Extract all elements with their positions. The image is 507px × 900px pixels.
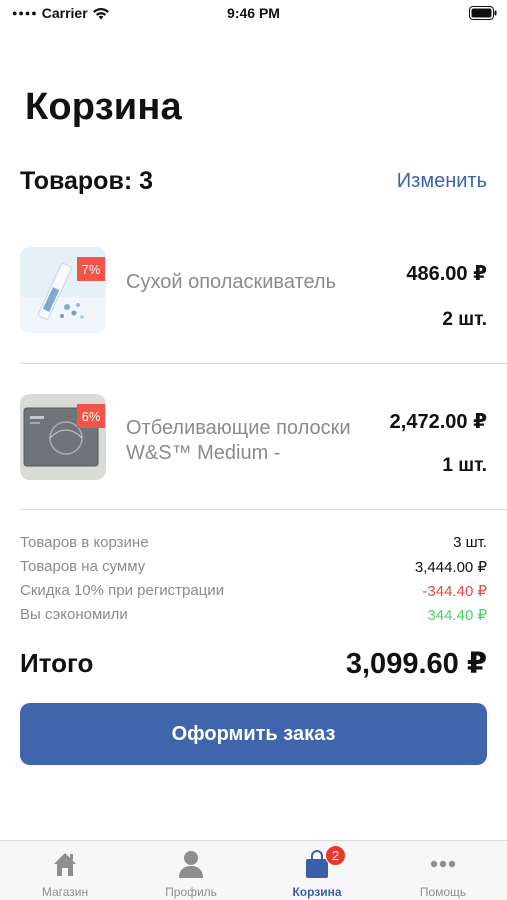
item-price: 2,472.00 ₽ [389, 411, 487, 433]
summary-value: -344.40 ₽ [422, 583, 487, 600]
cart-item[interactable]: 6% Отбеливающие полоски W&S™ Medium - 2,… [20, 394, 487, 494]
status-time: 9:46 PM [227, 5, 280, 21]
summary-value: 3 шт. [453, 534, 487, 551]
summary-row-saved: Вы сэкономили 344.40 ₽ [20, 606, 487, 626]
cart-count-label: Товаров: 3 [20, 167, 153, 195]
tab-profile[interactable]: Профиль [128, 841, 254, 900]
summary-label: Вы сэкономили [20, 606, 128, 623]
tab-label: Профиль [165, 885, 217, 899]
total-value: 3,099.60 ₽ [345, 648, 487, 680]
home-icon [54, 853, 76, 876]
total-row: Итого 3,099.60 ₽ [20, 648, 487, 684]
product-image: 7% [20, 247, 106, 333]
item-quantity: 1 шт. [442, 455, 487, 476]
product-image: 6% [20, 394, 106, 480]
tab-label: Магазин [41, 885, 89, 899]
tab-shop[interactable]: Магазин [2, 841, 128, 900]
summary-label: Товаров на сумму [20, 558, 146, 575]
summary-value: 3,444.00 ₽ [414, 559, 487, 576]
status-bar: ●●●● Carrier 9:46 PM [0, 0, 507, 28]
discount-badge: 7% [77, 257, 105, 281]
cart-item[interactable]: 7% Сухой ополаскиватель 486.00 ₽ 2 шт. [20, 247, 487, 347]
summary-row-discount: Скидка 10% при регистрации -344.40 ₽ [20, 582, 487, 602]
tab-cart[interactable]: 2 Корзина [254, 841, 380, 900]
page-title: Корзина [25, 86, 182, 128]
total-label: Итого [20, 648, 94, 678]
more-icon [430, 860, 456, 868]
tab-help[interactable]: Помощь [380, 841, 506, 900]
item-divider [20, 509, 507, 510]
summary-label: Товаров в корзине [20, 534, 149, 551]
item-quantity: 2 шт. [442, 309, 487, 330]
item-price: 486.00 ₽ [406, 263, 487, 285]
discount-badge: 6% [77, 404, 105, 428]
tab-bar: Магазин Профиль 2 Корзина Помощь [0, 840, 507, 900]
tab-label: Корзина [292, 885, 342, 899]
person-icon [179, 851, 203, 878]
item-name: Сухой ополаскиватель [126, 271, 336, 293]
item-divider [20, 363, 507, 364]
cart-count-row: Товаров: 3 Изменить [20, 167, 487, 197]
summary-row-sum: Товаров на сумму 3,444.00 ₽ [20, 558, 487, 578]
edit-button[interactable]: Изменить [397, 170, 487, 193]
checkout-button[interactable]: Оформить заказ [20, 703, 487, 765]
item-name: Отбеливающие полоски W&S™ Medium - [126, 417, 351, 464]
cart-badge: 2 [325, 845, 346, 866]
tab-label: Помощь [419, 885, 467, 899]
battery-icon [469, 6, 497, 20]
summary-row-count: Товаров в корзине 3 шт. [20, 534, 487, 554]
summary-label: Скидка 10% при регистрации [20, 582, 225, 599]
summary-value: 344.40 ₽ [427, 607, 487, 624]
